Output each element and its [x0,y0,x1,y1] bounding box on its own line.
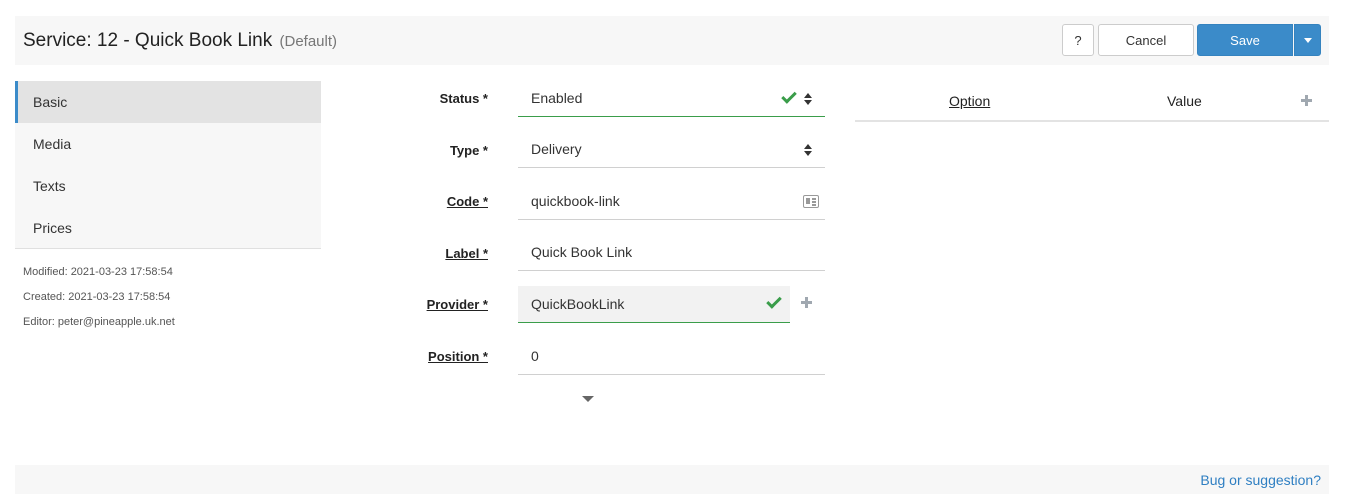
sidebar-item-texts[interactable]: Texts [15,165,321,207]
status-label: Status * [439,91,488,106]
caret-down-icon [1303,37,1312,43]
save-options-button[interactable] [1294,24,1321,56]
sidebar-item-media[interactable]: Media [15,123,321,165]
label-field[interactable]: Quick Book Link [518,234,825,271]
sidebar: Basic Media Texts Prices [15,81,321,249]
sidebar-item-prices[interactable]: Prices [15,207,321,249]
page-subtitle: (Default) [279,33,338,50]
options-table-header: Option Value [855,82,1329,122]
add-option-plus-icon[interactable] [1301,95,1312,106]
check-icon [781,88,797,104]
id-card-icon[interactable] [803,195,819,208]
footer: Bug or suggestion? [15,465,1329,494]
cancel-button[interactable]: Cancel [1098,24,1194,56]
column-option[interactable]: Option [949,93,990,109]
sidebar-item-basic[interactable]: Basic [15,81,321,123]
position-field[interactable]: 0 [518,338,825,375]
status-select[interactable]: Enabled [518,80,825,117]
status-value: Enabled [531,90,583,106]
code-field[interactable]: quickbook-link [518,183,825,220]
provider-value: QuickBookLink [531,296,625,312]
check-icon [766,293,782,309]
position-label[interactable]: Position * [428,349,488,364]
provider-label[interactable]: Provider * [427,297,488,312]
provider-field[interactable]: QuickBookLink [518,286,790,323]
created-date: Created: 2021-03-23 17:58:54 [23,291,171,303]
column-value: Value [1167,93,1202,109]
sort-arrows-icon [804,144,812,156]
bug-report-link[interactable]: Bug or suggestion? [1200,472,1321,488]
page-title: Service: 12 - Quick Book Link (Default) [23,30,337,52]
editor-email: Editor: peter@pineapple.uk.net [23,316,175,328]
add-provider-plus-icon[interactable] [801,297,812,308]
save-button[interactable]: Save [1197,24,1293,56]
page-header: Service: 12 - Quick Book Link (Default) … [15,16,1329,65]
type-value: Delivery [531,141,582,157]
code-label[interactable]: Code * [447,194,488,209]
type-select[interactable]: Delivery [518,131,825,168]
type-label: Type * [449,143,488,158]
label-label[interactable]: Label * [445,246,488,261]
modified-date: Modified: 2021-03-23 17:58:54 [23,266,173,278]
code-value: quickbook-link [531,193,620,209]
label-value: Quick Book Link [531,244,633,260]
sort-arrows-icon [804,93,812,105]
help-button[interactable]: ? [1062,24,1094,56]
caret-down-icon[interactable] [582,396,594,402]
page-title-text: Service: 12 - Quick Book Link [23,30,273,51]
position-value: 0 [531,348,539,364]
